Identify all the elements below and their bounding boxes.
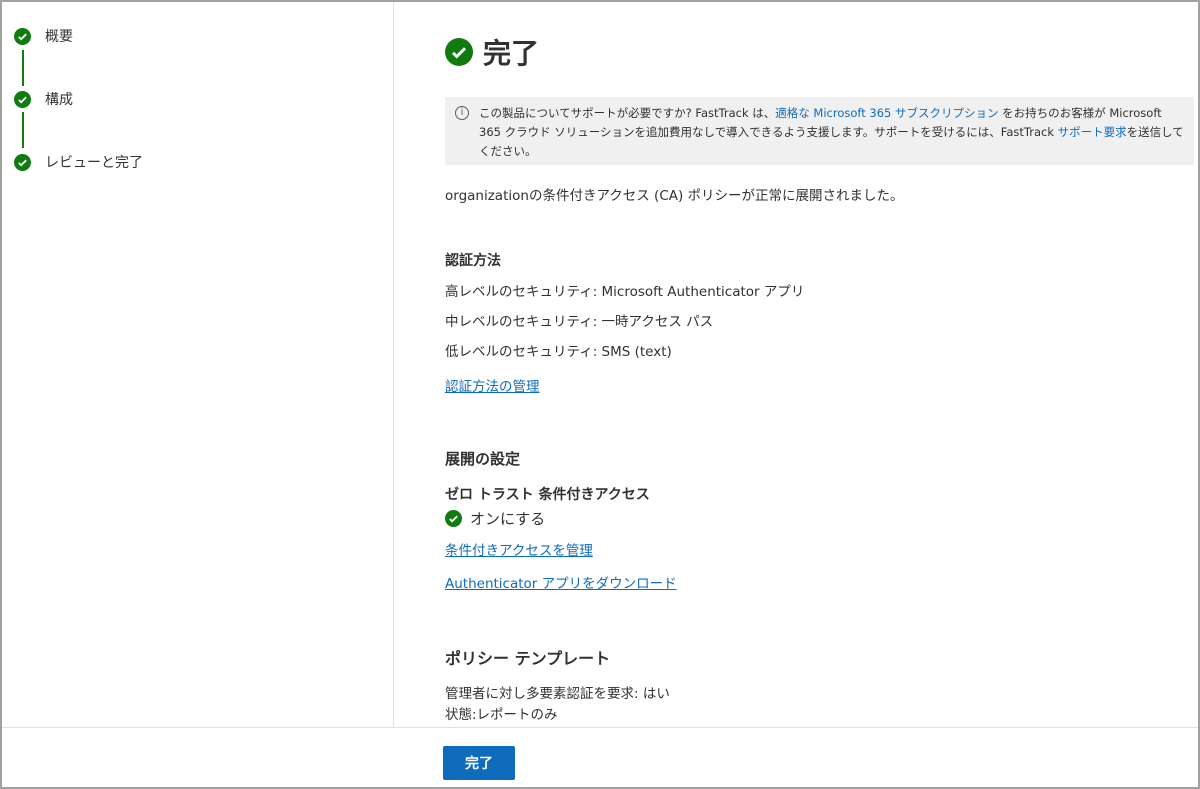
deploy-heading: 展開の設定 <box>445 450 521 468</box>
check-icon <box>14 153 31 171</box>
policy-mfa: 管理者に対し多要素認証を要求: はい <box>445 686 670 702</box>
download-authenticator-link[interactable]: Authenticator アプリをダウンロード <box>445 572 677 592</box>
step-label: 構成 <box>45 92 73 108</box>
check-icon <box>14 27 31 45</box>
fasttrack-info-banner: i この製品についてサポートが必要ですか? FastTrack は、適格な Mi… <box>445 97 1194 165</box>
subscription-link[interactable]: 適格な Microsoft 365 サブスクリプション <box>775 106 998 120</box>
check-icon <box>445 510 462 527</box>
support-request-link[interactable]: サポート要求 <box>1058 125 1127 139</box>
done-button[interactable]: 完了 <box>443 746 515 780</box>
summary-text: organizationの条件付きアクセス (CA) ポリシーが正常に展開されま… <box>445 188 904 204</box>
policy-heading: ポリシー テンプレート <box>445 649 611 668</box>
check-icon <box>445 38 473 66</box>
step-label: レビューと完了 <box>45 155 143 171</box>
step-overview[interactable]: 概要 <box>14 26 73 46</box>
check-icon <box>14 90 31 108</box>
wizard-steps: 概要 構成 レビューと完了 <box>2 2 394 727</box>
auth-low: 低レベルのセキュリティ: SMS (text) <box>445 344 672 360</box>
step-configuration[interactable]: 構成 <box>14 89 73 109</box>
deploy-status: オンにする <box>445 508 545 529</box>
step-label: 概要 <box>45 29 73 45</box>
manage-auth-methods-link[interactable]: 認証方法の管理 <box>445 375 540 395</box>
page-title: 完了 <box>445 32 539 72</box>
title-text: 完了 <box>483 37 540 70</box>
auth-heading: 認証方法 <box>445 253 501 269</box>
policy-state: 状態:レポートのみ <box>445 707 558 723</box>
info-icon: i <box>455 106 469 120</box>
auth-mid: 中レベルのセキュリティ: 一時アクセス パス <box>445 314 714 330</box>
step-review[interactable]: レビューと完了 <box>14 152 143 172</box>
step-connector <box>22 112 24 148</box>
deploy-subheading: ゼロ トラスト 条件付きアクセス <box>445 487 650 503</box>
footer <box>2 727 1198 787</box>
status-text: オンにする <box>470 510 546 528</box>
info-text: この製品についてサポートが必要ですか? FastTrack は、 <box>479 106 776 120</box>
manage-ca-link[interactable]: 条件付きアクセスを管理 <box>445 539 593 559</box>
step-connector <box>22 50 24 86</box>
auth-high: 高レベルのセキュリティ: Microsoft Authenticator アプリ <box>445 284 805 300</box>
